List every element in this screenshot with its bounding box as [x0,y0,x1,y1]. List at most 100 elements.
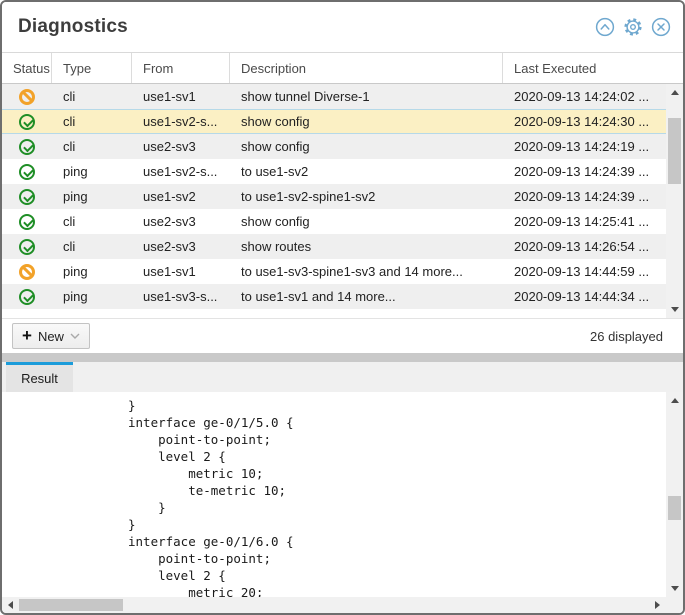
type-cell: ping [52,164,132,179]
result-tabbar: Result [2,362,683,392]
column-header-from[interactable]: From [132,53,230,83]
column-header-last-executed[interactable]: Last Executed [503,53,666,83]
last-executed-cell: 2020-09-13 14:44:59 ... [503,264,666,279]
status-cell [2,114,52,130]
page-title: Diagnostics [18,16,128,38]
description-cell: show config [230,114,503,129]
description-cell: show config [230,214,503,229]
type-cell: cli [52,139,132,154]
last-executed-cell: 2020-09-13 14:25:41 ... [503,214,666,229]
success-check-icon [19,114,35,130]
description-cell: show config [230,139,503,154]
from-cell: use1-sv2-s... [132,114,230,129]
from-cell: use1-sv2-s... [132,164,230,179]
success-check-icon [19,214,35,230]
table-row[interactable]: pinguse1-sv1to use1-sv3-spine1-sv3 and 1… [2,259,666,284]
close-icon[interactable] [651,17,671,37]
table-row[interactable]: cliuse1-sv2-s...show config2020-09-13 14… [2,109,666,134]
scroll-right-arrow-icon[interactable] [650,597,665,613]
last-executed-cell: 2020-09-13 14:24:39 ... [503,164,666,179]
chevron-down-icon [70,332,80,340]
last-executed-cell: 2020-09-13 14:24:39 ... [503,189,666,204]
last-executed-cell: 2020-09-13 14:26:54 ... [503,239,666,254]
description-cell: show routes [230,239,503,254]
status-cell [2,264,52,280]
table-body: cliuse1-sv1show tunnel Diverse-12020-09-… [2,84,666,318]
scroll-down-arrow-icon[interactable] [666,581,683,596]
result-scrollbar-thumb[interactable] [668,496,681,520]
table-header: Status Type From Description Last Execut… [2,52,683,84]
table-row[interactable]: cliuse2-sv3show routes2020-09-13 14:26:5… [2,234,666,259]
from-cell: use1-sv1 [132,264,230,279]
description-cell: to use1-sv2-spine1-sv2 [230,189,503,204]
result-vertical-scrollbar[interactable] [666,392,683,597]
success-check-icon [19,164,35,180]
from-cell: use2-sv3 [132,139,230,154]
table-body-wrap: cliuse1-sv1show tunnel Diverse-12020-09-… [2,84,683,318]
table-row[interactable]: cliuse2-sv3show config2020-09-13 14:25:4… [2,209,666,234]
description-cell: to use1-sv3-spine1-sv3 and 14 more... [230,264,503,279]
type-cell: ping [52,264,132,279]
result-panel: } interface ge-0/1/5.0 { point-to-point;… [2,392,683,597]
success-check-icon [19,139,35,155]
type-cell: ping [52,189,132,204]
scrollbar-corner [666,597,683,613]
column-header-status[interactable]: Status [2,53,52,83]
from-cell: use1-sv2 [132,189,230,204]
status-cell [2,89,52,105]
type-cell: cli [52,114,132,129]
blocked-ban-icon [19,89,35,105]
description-cell: to use1-sv1 and 14 more... [230,289,503,304]
table-row[interactable]: pinguse1-sv2to use1-sv2-spine1-sv22020-0… [2,184,666,209]
displayed-count: 26 displayed [590,329,663,344]
table-scrollbar-thumb[interactable] [668,118,681,184]
description-cell: show tunnel Diverse-1 [230,89,503,104]
table-row[interactable]: pinguse1-sv2-s...to use1-sv22020-09-13 1… [2,159,666,184]
result-horizontal-scrollbar[interactable] [2,597,683,613]
scroll-up-arrow-icon[interactable] [666,85,683,100]
diagnostics-window: Diagnostics Status Type From Description… [0,0,685,615]
status-cell [2,239,52,255]
new-button[interactable]: + New [12,323,90,349]
column-header-description[interactable]: Description [230,53,503,83]
success-check-icon [19,289,35,305]
description-cell: to use1-sv2 [230,164,503,179]
from-cell: use2-sv3 [132,214,230,229]
status-cell [2,189,52,205]
collapse-icon[interactable] [595,17,615,37]
scroll-left-arrow-icon[interactable] [3,597,18,613]
blocked-ban-icon [19,264,35,280]
horizontal-scrollbar-thumb[interactable] [19,599,123,611]
table-row[interactable]: cliuse2-sv3show config2020-09-13 14:24:1… [2,134,666,159]
table-toolbar: + New 26 displayed [2,318,683,353]
table-vertical-scrollbar[interactable] [666,84,683,318]
result-code: } interface ge-0/1/5.0 { point-to-point;… [2,392,666,597]
tab-result[interactable]: Result [6,362,73,392]
scroll-up-arrow-icon[interactable] [666,393,683,408]
new-button-label: New [38,329,64,344]
titlebar-icons [595,17,671,37]
last-executed-cell: 2020-09-13 14:44:34 ... [503,289,666,304]
success-check-icon [19,189,35,205]
type-cell: cli [52,239,132,254]
last-executed-cell: 2020-09-13 14:24:30 ... [503,114,666,129]
last-executed-cell: 2020-09-13 14:24:02 ... [503,89,666,104]
status-cell [2,214,52,230]
last-executed-cell: 2020-09-13 14:24:19 ... [503,139,666,154]
plus-icon: + [22,327,32,344]
status-cell [2,139,52,155]
status-cell [2,289,52,305]
type-cell: cli [52,214,132,229]
table-row[interactable]: cliuse1-sv1show tunnel Diverse-12020-09-… [2,84,666,109]
splitter-handle[interactable] [2,353,683,362]
column-header-type[interactable]: Type [52,53,132,83]
success-check-icon [19,239,35,255]
settings-gear-icon[interactable] [623,17,643,37]
from-cell: use1-sv3-s... [132,289,230,304]
table-row[interactable]: pinguse1-sv3-s...to use1-sv1 and 14 more… [2,284,666,309]
type-cell: cli [52,89,132,104]
status-cell [2,164,52,180]
titlebar: Diagnostics [2,2,683,52]
from-cell: use1-sv1 [132,89,230,104]
scroll-down-arrow-icon[interactable] [666,302,683,317]
